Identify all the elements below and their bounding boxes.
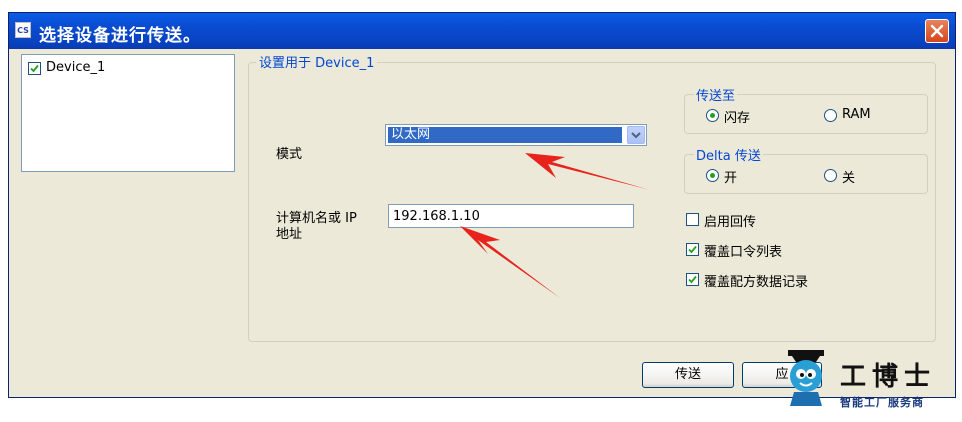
radio-flash-label: 闪存 — [724, 111, 751, 126]
enable-upload-label: 启用回传 — [704, 215, 757, 230]
check-icon — [688, 245, 697, 254]
watermark-title: 工博士 — [840, 362, 937, 392]
watermark-logo: 工博士 智能工厂服务商 — [780, 348, 950, 418]
device-label: Device_1 — [46, 60, 106, 75]
overwrite-recipe-data-checkbox[interactable] — [686, 273, 699, 286]
device-list-item[interactable]: Device_1 — [24, 59, 230, 79]
app-icon: CS — [15, 22, 31, 38]
device-checkbox[interactable] — [28, 62, 41, 75]
mode-label: 模式 — [276, 147, 303, 162]
settings-group-title: 设置用于 Device_1 — [256, 52, 378, 71]
overwrite-password-list-label: 覆盖口令列表 — [704, 245, 783, 260]
mode-select-value: 以太网 — [388, 127, 622, 143]
window-title: 选择设备进行传送。 — [39, 26, 201, 46]
chevron-down-icon — [631, 132, 641, 139]
radio-delta-off[interactable] — [824, 169, 837, 182]
radio-flash[interactable] — [706, 109, 719, 122]
transfer-to-title: 传送至 — [694, 85, 738, 104]
radio-delta-on[interactable] — [706, 169, 719, 182]
title-bar[interactable]: CS 选择设备进行传送。 — [9, 13, 955, 49]
transfer-button[interactable]: 传送 — [642, 362, 734, 388]
overwrite-password-list-checkbox[interactable] — [686, 243, 699, 256]
enable-upload-checkbox[interactable] — [686, 213, 699, 226]
mascot-icon — [788, 350, 824, 406]
check-icon — [688, 275, 697, 284]
ip-address-input[interactable]: 192.168.1.10 — [388, 204, 634, 228]
delta-transfer-title: Delta 传送 — [694, 145, 763, 164]
radio-delta-off-label: 关 — [842, 171, 856, 186]
close-icon — [930, 24, 944, 38]
watermark-subtitle: 智能工厂服务商 — [840, 396, 924, 409]
radio-ram[interactable] — [824, 109, 837, 122]
radio-delta-on-label: 开 — [724, 171, 738, 186]
overwrite-recipe-data-label: 覆盖配方数据记录 — [704, 275, 809, 290]
check-icon — [30, 64, 39, 73]
radio-ram-label: RAM — [842, 107, 871, 122]
device-list[interactable]: Device_1 — [21, 54, 235, 172]
close-button[interactable] — [925, 19, 949, 43]
mode-dropdown-button[interactable] — [627, 126, 645, 144]
ip-label-line2: 地址 — [276, 227, 303, 242]
mode-select[interactable]: 以太网 — [385, 124, 647, 146]
